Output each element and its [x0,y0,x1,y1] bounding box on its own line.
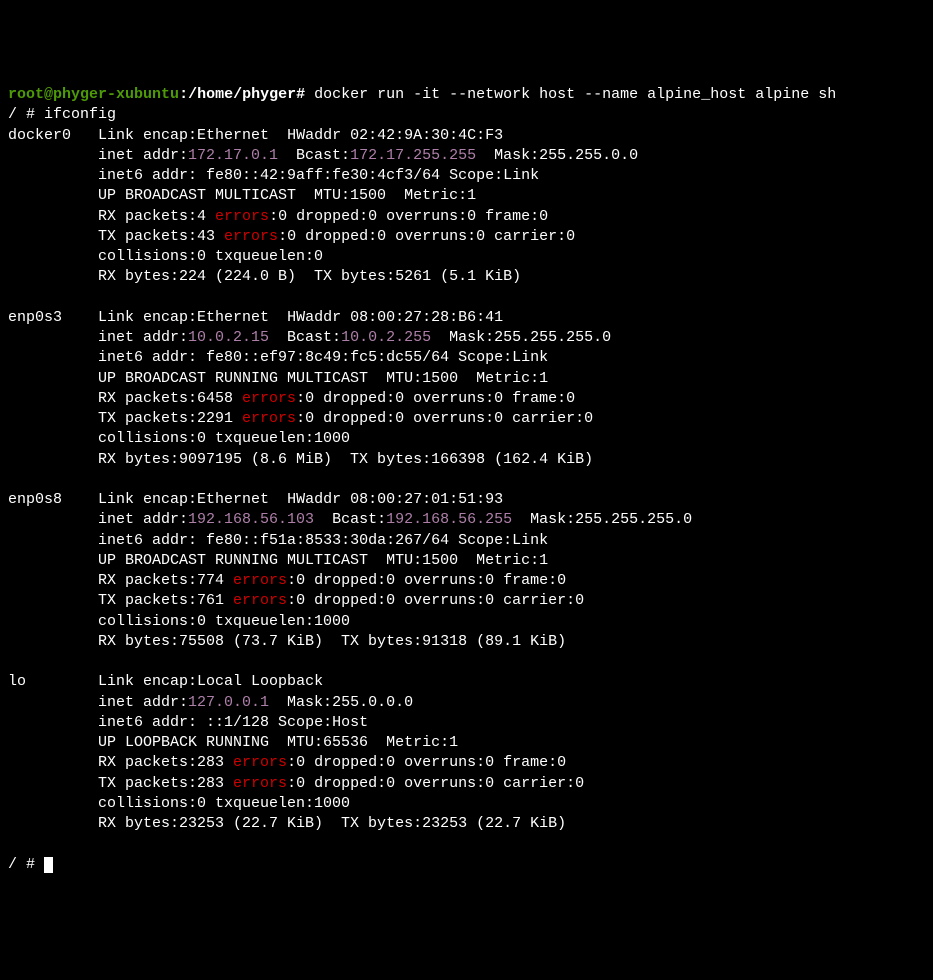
cursor [44,857,53,873]
container-prompt: / # [8,106,44,123]
shell-prompt: root@phyger-xubuntu:/home/phyger# [8,86,314,103]
iface-docker0: docker0 Link encap:Ethernet HWaddr 02:42… [8,127,638,286]
container-prompt: / # [8,856,44,873]
iface-enp0s3: enp0s3 Link encap:Ethernet HWaddr 08:00:… [8,309,611,468]
command-line: docker run -it --network host --name alp… [314,86,836,103]
ifconfig-command: ifconfig [44,106,116,123]
terminal-output[interactable]: root@phyger-xubuntu:/home/phyger# docker… [8,85,925,875]
iface-enp0s8: enp0s8 Link encap:Ethernet HWaddr 08:00:… [8,491,692,650]
iface-lo: lo Link encap:Local Loopback inet addr:1… [8,673,584,832]
